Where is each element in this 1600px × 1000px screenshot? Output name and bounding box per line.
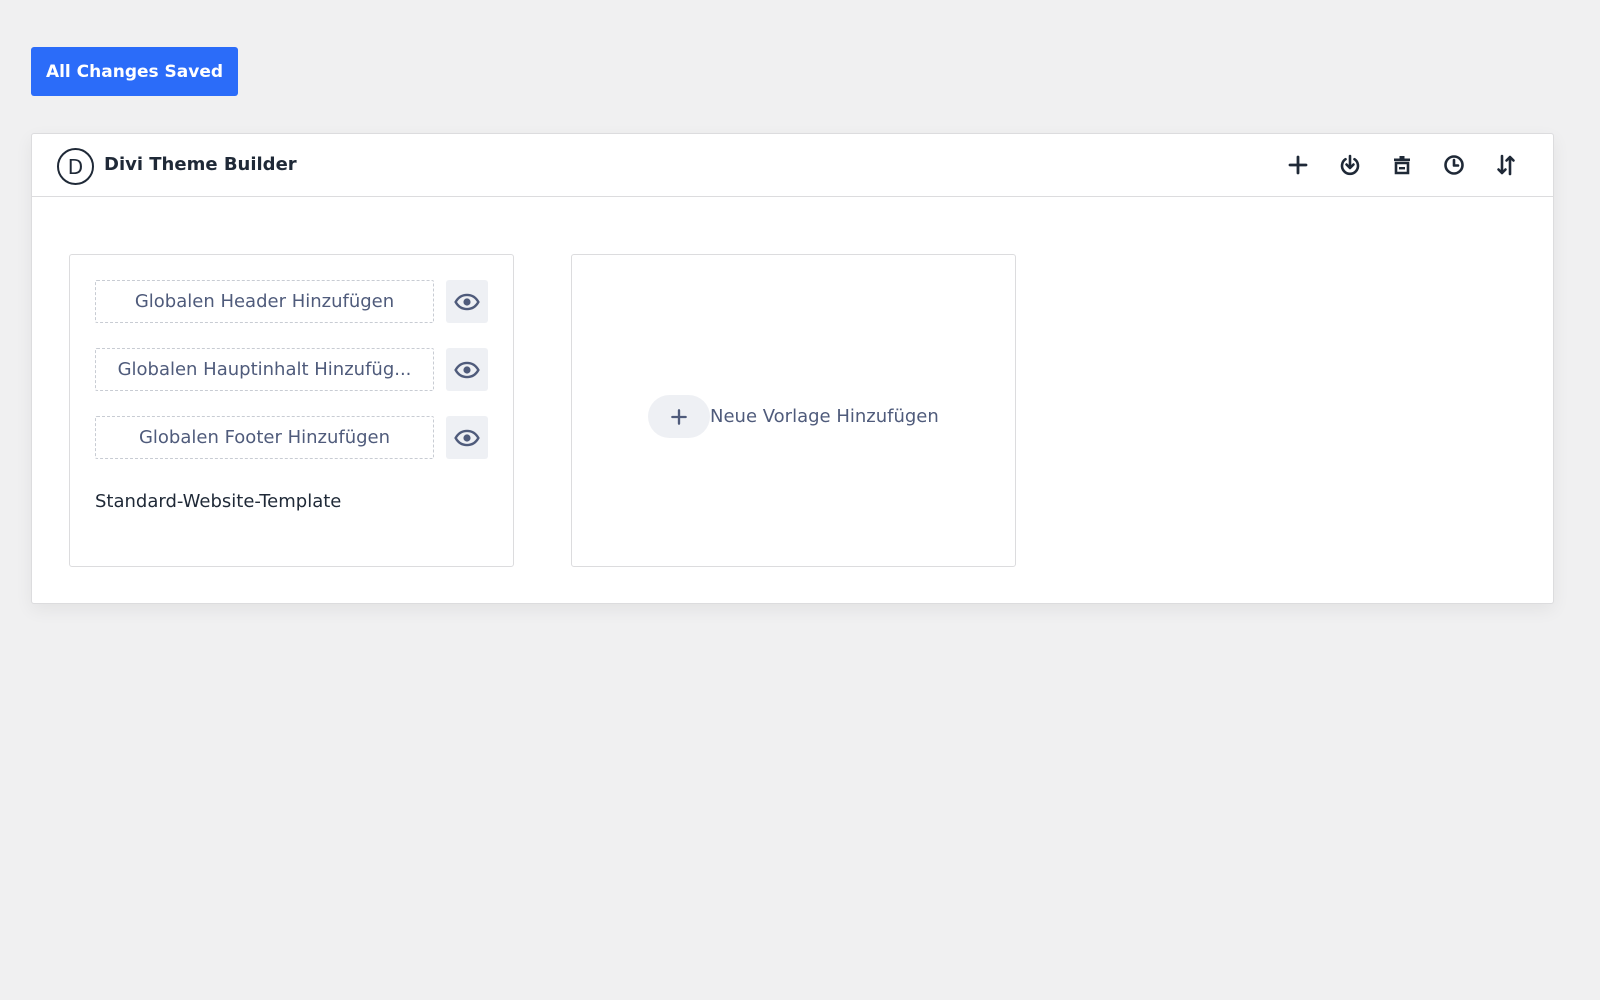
divi-logo: D (57, 148, 94, 185)
add-new-template-label: Neue Vorlage Hinzufügen (710, 406, 939, 427)
footer-visibility-toggle[interactable] (446, 416, 488, 459)
eye-icon (454, 293, 480, 310)
sort-icon (1497, 154, 1515, 176)
footer-slot-row: Globalen Footer Hinzufügen (95, 416, 490, 459)
panel-header: D Divi Theme Builder (32, 134, 1553, 197)
history-button[interactable] (1437, 148, 1471, 182)
page-title: Divi Theme Builder (104, 154, 297, 175)
add-template-button[interactable] (1281, 148, 1315, 182)
portability-button[interactable] (1333, 148, 1367, 182)
header-visibility-toggle[interactable] (446, 280, 488, 323)
add-global-footer-button[interactable]: Globalen Footer Hinzufügen (95, 416, 434, 459)
add-global-header-button[interactable]: Globalen Header Hinzufügen (95, 280, 434, 323)
body-visibility-toggle[interactable] (446, 348, 488, 391)
history-icon (1444, 155, 1464, 175)
add-new-template-pill[interactable] (648, 395, 710, 438)
header-slot-row: Globalen Header Hinzufügen (95, 280, 490, 323)
plus-icon (671, 408, 687, 425)
eye-icon (454, 361, 480, 378)
sort-button[interactable] (1489, 148, 1523, 182)
add-new-template-content: Neue Vorlage Hinzufügen (648, 395, 939, 438)
theme-builder-panel: D Divi Theme Builder Globalen Header Hin… (31, 133, 1554, 604)
add-new-template-card[interactable]: Neue Vorlage Hinzufügen (571, 254, 1016, 567)
add-global-body-button[interactable]: Globalen Hauptinhalt Hinzufüg... (95, 348, 434, 391)
delete-button[interactable] (1385, 148, 1419, 182)
body-slot-row: Globalen Hauptinhalt Hinzufüg... (95, 348, 490, 391)
trash-icon (1394, 156, 1410, 175)
template-name: Standard-Website-Template (95, 491, 342, 512)
toolbar (1281, 148, 1523, 182)
plus-icon (1288, 155, 1308, 175)
eye-icon (454, 429, 480, 446)
default-template-card: Globalen Header Hinzufügen Globalen Haup… (69, 254, 514, 567)
all-changes-saved-button[interactable]: All Changes Saved (31, 47, 238, 96)
power-download-icon (1340, 154, 1360, 176)
